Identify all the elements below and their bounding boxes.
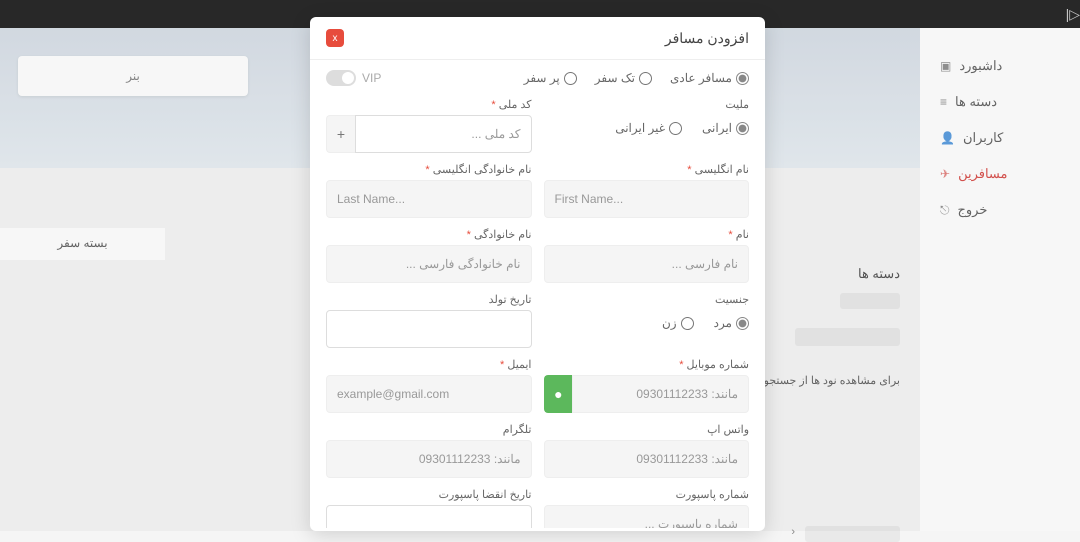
gender-female[interactable]: زن	[662, 316, 694, 330]
vip-label: VIP	[362, 71, 381, 85]
modal-header: افزودن مسافر x	[310, 17, 765, 60]
gender-group: مرد زن	[544, 310, 750, 330]
lastname-en-input[interactable]	[326, 180, 532, 218]
passenger-type-normal[interactable]: مسافر عادی	[670, 71, 749, 85]
national-id-add-button[interactable]: +	[326, 115, 355, 153]
passport-no-input[interactable]	[544, 505, 750, 528]
mobile-input[interactable]	[572, 375, 749, 413]
gender-male[interactable]: مرد	[714, 316, 749, 330]
birthdate-label: تاریخ تولد	[326, 293, 532, 306]
national-id-input[interactable]	[355, 115, 532, 153]
name-fa-label: نام	[544, 228, 750, 241]
name-fa-input[interactable]	[544, 245, 750, 283]
telegram-input[interactable]	[326, 440, 532, 478]
telegram-label: تلگرام	[326, 423, 532, 436]
lastname-en-label: نام خانوادگی انگلیسی	[326, 163, 532, 176]
email-label: ایمیل	[326, 358, 532, 371]
vip-toggle[interactable]	[326, 70, 356, 86]
email-input[interactable]	[326, 375, 532, 413]
passenger-type-group: مسافر عادی تک سفر پر سفر	[524, 71, 749, 85]
birthdate-input[interactable]	[326, 310, 532, 348]
vip-toggle-group: VIP	[326, 70, 381, 86]
nationality-group: ایرانی غیر ایرانی	[544, 115, 750, 135]
passport-no-label: شماره پاسپورت	[544, 488, 750, 501]
modal-body: مسافر عادی تک سفر پر سفر VIP ملیت ایرانی…	[310, 60, 765, 528]
mobile-verify-button[interactable]: ●	[544, 375, 573, 413]
nationality-iranian[interactable]: ایرانی	[702, 121, 749, 135]
name-en-label: نام انگلیسی	[544, 163, 750, 176]
lastname-fa-input[interactable]	[326, 245, 532, 283]
gender-label: جنسیت	[544, 293, 750, 306]
add-passenger-modal: افزودن مسافر x مسافر عادی تک سفر پر سفر …	[310, 17, 765, 531]
close-button[interactable]: x	[326, 29, 344, 47]
nationality-label: ملیت	[544, 98, 750, 111]
national-id-label: کد ملی	[326, 98, 532, 111]
mobile-label: شماره موبایل	[544, 358, 750, 371]
passenger-type-full[interactable]: پر سفر	[524, 71, 577, 85]
modal-title: افزودن مسافر	[665, 30, 749, 47]
name-en-input[interactable]	[544, 180, 750, 218]
passport-exp-input[interactable]	[326, 505, 532, 528]
lastname-fa-label: نام خانوادگی	[326, 228, 532, 241]
nationality-non-iranian[interactable]: غیر ایرانی	[615, 121, 682, 135]
whatsapp-input[interactable]	[544, 440, 750, 478]
passport-exp-label: تاریخ انقضا پاسپورت	[326, 488, 532, 501]
passenger-type-single[interactable]: تک سفر	[595, 71, 652, 85]
whatsapp-label: واتس اپ	[544, 423, 750, 436]
